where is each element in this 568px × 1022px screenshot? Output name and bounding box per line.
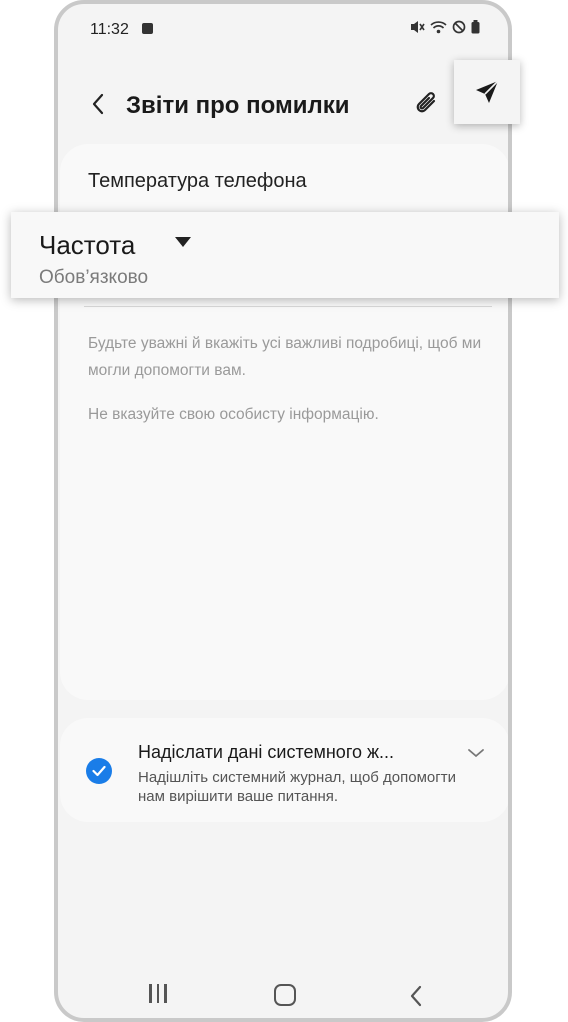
recents-icon-bar — [164, 984, 167, 1003]
expand-button[interactable] — [464, 744, 488, 762]
field-divider — [84, 306, 492, 307]
app-bar: Звіти про помилки — [58, 64, 508, 144]
privacy-hint: Не вказуйте свою особисту інформацію. — [88, 406, 379, 423]
back-icon — [410, 985, 422, 1007]
page-title: Звіти про помилки — [126, 92, 350, 119]
battery-icon — [471, 20, 480, 34]
recents-icon-bar — [149, 984, 152, 1003]
paperclip-icon — [416, 92, 436, 113]
status-bar: 11:32 — [58, 4, 508, 54]
chevron-down-icon — [468, 749, 484, 758]
frequency-required-text: Обов’язково — [39, 267, 149, 288]
chevron-left-icon — [92, 93, 104, 115]
dropdown-caret-icon — [175, 237, 191, 247]
phone-temperature-label[interactable]: Температура телефона — [88, 170, 307, 193]
system-log-description: Надішліть системний журнал, щоб допомогт… — [138, 769, 456, 805]
send-icon — [476, 80, 499, 103]
mute-icon — [411, 21, 425, 33]
wifi-icon — [430, 21, 447, 34]
system-log-title: Надіслати дані системного ж... — [138, 742, 395, 762]
nav-back-button[interactable] — [404, 984, 428, 1008]
notification-check-icon — [142, 23, 153, 34]
status-icons — [409, 20, 480, 34]
system-log-checkbox[interactable] — [86, 758, 112, 784]
recents-button[interactable] — [146, 984, 170, 1006]
attach-button[interactable] — [410, 88, 444, 122]
system-log-card: Надіслати дані системного ж... Надішліть… — [60, 718, 508, 822]
navigation-bar — [58, 964, 508, 1018]
frequency-dropdown[interactable]: Частота Обов’язково — [11, 212, 559, 298]
dnd-icon — [452, 20, 466, 34]
status-time: 11:32 — [90, 21, 129, 38]
back-button[interactable] — [82, 88, 114, 120]
checkmark-icon — [92, 765, 106, 777]
description-input[interactable]: Будьте уважні й вкажіть усі важливі подр… — [88, 330, 488, 384]
phone-frame: 11:32 Звіти про помилки Температура теле… — [54, 0, 512, 1022]
send-button[interactable] — [454, 60, 520, 124]
recents-icon-bar — [156, 984, 160, 1003]
home-button[interactable] — [274, 984, 296, 1006]
frequency-label: Частота — [39, 230, 136, 260]
